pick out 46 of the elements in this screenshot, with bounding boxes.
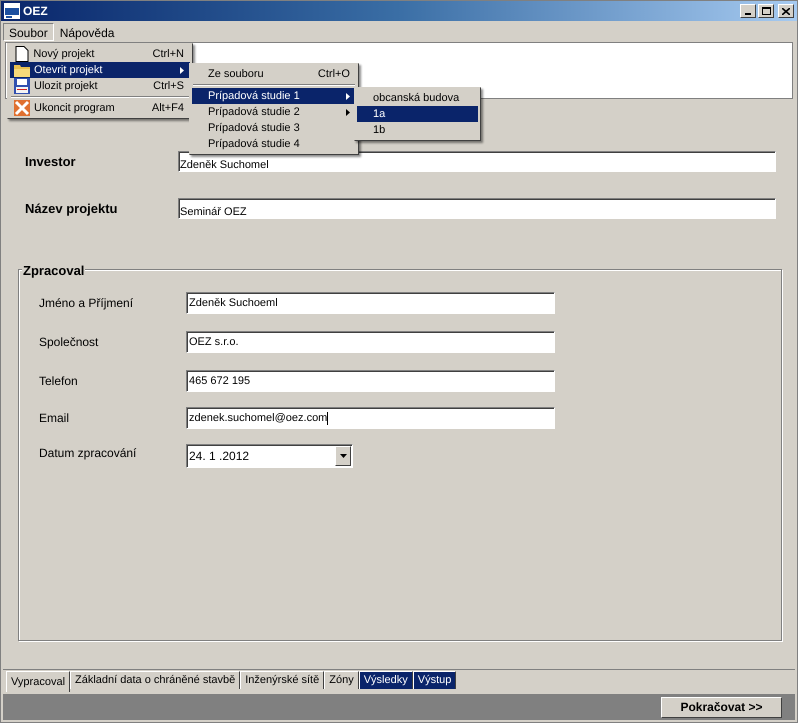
text-field[interactable]: 465 672 195 [186,370,555,392]
menu-option[interactable]: Prípadová studie 4 [192,136,356,152]
field-label: Email [39,410,70,427]
menu-option[interactable]: Prípadová studie 1 [192,88,356,104]
menu-option[interactable]: 1a [357,106,478,122]
text-field[interactable]: Seminář OEZ [178,198,776,219]
continue-button[interactable]: Pokračovat >> [661,696,782,718]
document-icon [14,46,29,62]
minimize-button[interactable] [740,4,756,18]
tab[interactable]: Výsledky [358,671,413,689]
text-field[interactable]: zdenek.suchomel@oez.com [186,407,555,429]
tab[interactable]: Zóny [324,671,359,689]
tab[interactable]: Inženýrské sítě [240,671,324,689]
app-logo-icon [4,3,20,19]
minimize-icon [745,13,751,15]
tab[interactable]: Základní data o chráněné stavbě [70,671,240,689]
text-field[interactable]: Zdeněk Suchoeml [186,292,555,314]
field-label: Jméno a Příjmení [39,295,134,312]
menu-option[interactable]: Ze souboru Ctrl+O [192,66,356,82]
maximize-button[interactable] [758,4,774,18]
menu-item[interactable]: Nápověda [54,22,120,40]
exit-icon [14,100,30,116]
menu-option[interactable]: 1b [357,122,478,138]
close-button[interactable] [778,4,794,18]
tab[interactable]: Výstup [412,671,456,689]
window-title: OEZ [23,3,48,20]
menu-option[interactable]: Prípadová studie 2 [192,104,356,120]
field-label: Datum zpracování [39,445,138,462]
field-label: Telefon [39,373,79,390]
menu-item[interactable]: Soubor [3,22,54,40]
field-label: Společnost [39,334,100,351]
text-field[interactable]: OEZ s.r.o. [186,331,555,353]
text-field[interactable]: Zdeněk Suchomel [178,151,776,172]
tab[interactable]: Vypracoval [6,671,70,692]
menu-option[interactable]: Ulozit projekt Ctrl+S [10,78,190,94]
menu-option[interactable]: obcanská budova [357,90,478,106]
menu-option[interactable]: Prípadová studie 3 [192,120,356,136]
maximize-icon [762,7,770,15]
folder-icon [14,64,30,76]
date-dropdown[interactable]: 24. 1 .2012 [186,444,353,468]
menu-option[interactable]: Nový projekt Ctrl+N [10,46,190,62]
field-label: Investor [25,152,77,171]
menu-option[interactable]: Otevrit projekt [10,62,190,78]
close-icon [782,8,790,14]
field-label: Název projektu [25,200,118,218]
menu-option[interactable]: Ukoncit program Alt+F4 [10,100,190,116]
